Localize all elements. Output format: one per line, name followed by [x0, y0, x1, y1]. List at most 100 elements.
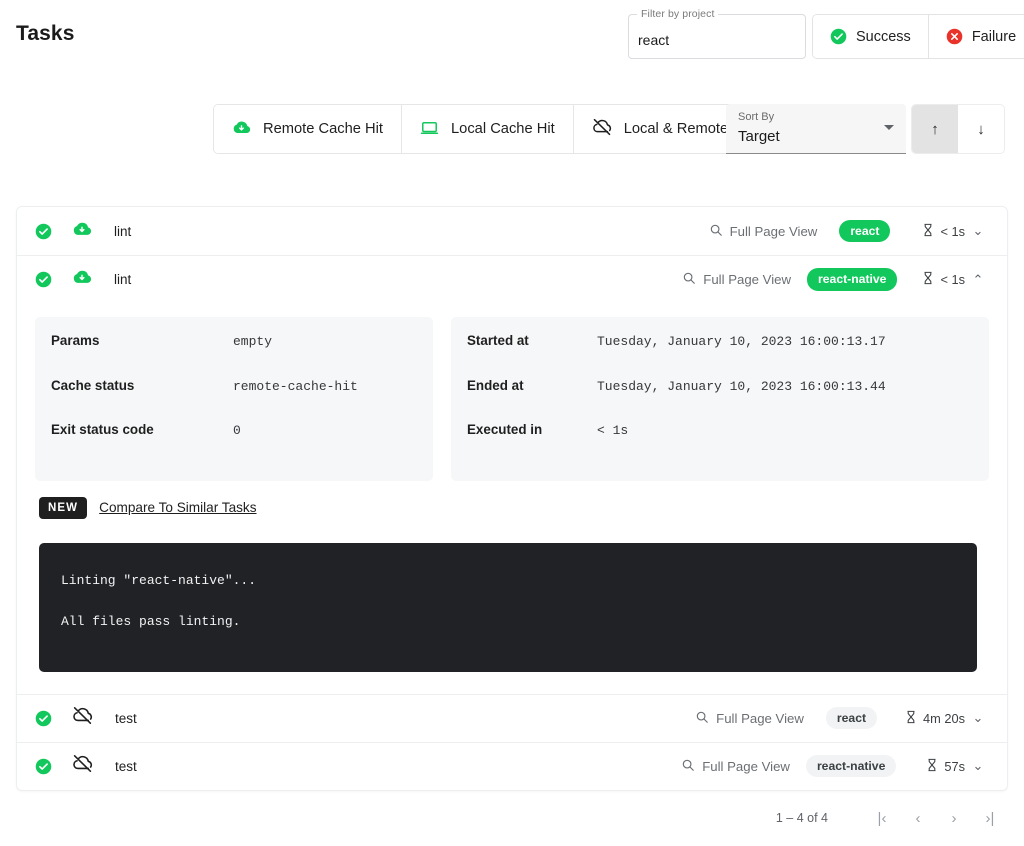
status-filter-group: Success Failure: [812, 14, 1024, 59]
duration-label: < 1s: [940, 224, 965, 239]
detail-row: Ended at Tuesday, January 10, 2023 16:00…: [467, 378, 973, 423]
task-name: test: [115, 711, 137, 726]
status-filter-success-label: Success: [856, 29, 911, 45]
prev-page-button[interactable]: ‹: [900, 800, 936, 836]
expand-row-chevron[interactable]: ⌄: [965, 223, 991, 239]
x-circle-icon: [946, 28, 963, 45]
full-page-view-label: Full Page View: [702, 759, 790, 774]
project-filter-field[interactable]: Filter by project react: [628, 14, 806, 59]
expand-row-chevron[interactable]: ⌄: [965, 710, 991, 726]
detail-label: Cache status: [51, 378, 233, 393]
status-success-icon: [35, 271, 52, 288]
detail-label: Exit status code: [51, 422, 233, 437]
sort-by-select[interactable]: Sort By Target: [726, 104, 906, 154]
full-page-view-link[interactable]: Full Page View: [681, 758, 790, 775]
terminal-line: All files pass linting.: [61, 614, 977, 630]
target-badge: react: [826, 707, 877, 729]
table-row[interactable]: test Full Page View react-native 57s ⌄: [17, 742, 1007, 790]
cloud-off-icon: [72, 705, 93, 731]
cache-filter-local-hit[interactable]: Local Cache Hit: [401, 105, 573, 153]
detail-label: Executed in: [467, 422, 597, 437]
compare-section: NEW Compare To Similar Tasks: [39, 497, 989, 519]
detail-label: Started at: [467, 333, 597, 348]
detail-value: empty: [233, 334, 272, 349]
hourglass-icon: [922, 271, 934, 288]
first-page-button[interactable]: |‹: [864, 800, 900, 836]
status-success-icon: [35, 223, 52, 240]
detail-label: Params: [51, 333, 233, 348]
expand-row-chevron[interactable]: ⌄: [965, 758, 991, 774]
search-icon: [682, 271, 696, 288]
detail-row: Cache status remote-cache-hit: [51, 378, 417, 423]
task-list-card: lint Full Page View react < 1s ⌄: [16, 206, 1008, 791]
duration-label: 4m 20s: [923, 711, 965, 726]
last-page-button[interactable]: ›|: [972, 800, 1008, 836]
duration: < 1s: [922, 223, 965, 240]
cloud-download-icon: [72, 219, 92, 244]
duration: < 1s: [922, 271, 965, 288]
task-detail-panel: Params empty Cache status remote-cache-h…: [17, 303, 1007, 694]
chevron-down-icon: [884, 125, 894, 130]
collapse-row-chevron[interactable]: ⌃: [965, 272, 991, 288]
status-success-icon: [35, 710, 52, 727]
search-icon: [695, 710, 709, 727]
table-row[interactable]: lint Full Page View react < 1s ⌄: [17, 207, 1007, 255]
target-badge: react-native: [807, 268, 897, 290]
full-page-view-link[interactable]: Full Page View: [709, 223, 818, 240]
task-output-terminal: Linting "react-native"... All files pass…: [39, 543, 977, 672]
cloud-off-icon: [592, 117, 612, 141]
pagination-count: 1 – 4 of 4: [776, 811, 828, 825]
cache-filter-local-hit-label: Local Cache Hit: [451, 121, 555, 137]
sort-by-label: Sort By: [738, 111, 774, 123]
task-name: lint: [114, 272, 131, 287]
target-badge: react-native: [806, 755, 896, 777]
search-icon: [681, 758, 695, 775]
table-row[interactable]: lint Full Page View react-native < 1s ⌃: [17, 255, 1007, 303]
page-header: Tasks Filter by project react Success Fa…: [0, 0, 1024, 72]
detail-value: < 1s: [597, 423, 628, 438]
full-page-view-link[interactable]: Full Page View: [695, 710, 804, 727]
pagination: 1 – 4 of 4 |‹ ‹ › ›|: [776, 800, 1008, 836]
search-icon: [709, 223, 723, 240]
duration: 4m 20s: [905, 710, 965, 727]
hourglass-icon: [926, 758, 938, 775]
detail-value: remote-cache-hit: [233, 379, 358, 394]
status-filter-failure-label: Failure: [972, 29, 1016, 45]
hourglass-icon: [922, 223, 934, 240]
next-page-button[interactable]: ›: [936, 800, 972, 836]
full-page-view-label: Full Page View: [730, 224, 818, 239]
duration-label: < 1s: [940, 272, 965, 287]
laptop-icon: [420, 118, 439, 141]
task-timing-panel: Started at Tuesday, January 10, 2023 16:…: [451, 317, 989, 481]
full-page-view-link[interactable]: Full Page View: [682, 271, 791, 288]
project-filter-label: Filter by project: [637, 8, 718, 20]
sort-ascending-button[interactable]: ↑: [912, 105, 958, 153]
table-row[interactable]: test Full Page View react 4m 20s ⌄: [17, 694, 1007, 742]
compare-to-similar-tasks-link[interactable]: Compare To Similar Tasks: [99, 500, 256, 515]
task-name: lint: [114, 224, 131, 239]
full-page-view-label: Full Page View: [716, 711, 804, 726]
project-filter-input[interactable]: react: [638, 32, 669, 48]
target-badge: react: [839, 220, 890, 242]
full-page-view-label: Full Page View: [703, 272, 791, 287]
detail-row: Executed in < 1s: [467, 422, 973, 467]
detail-row: Exit status code 0: [51, 422, 417, 467]
detail-value: 0: [233, 423, 241, 438]
detail-row: Params empty: [51, 333, 417, 378]
cloud-download-icon: [72, 267, 92, 292]
hourglass-icon: [905, 710, 917, 727]
status-filter-failure[interactable]: Failure: [928, 15, 1024, 58]
task-params-panel: Params empty Cache status remote-cache-h…: [35, 317, 433, 481]
check-circle-icon: [830, 28, 847, 45]
sort-descending-button[interactable]: ↓: [958, 105, 1004, 153]
cache-filter-remote-hit-label: Remote Cache Hit: [263, 121, 383, 137]
new-badge: NEW: [39, 497, 87, 519]
filters-toolbar: Remote Cache Hit Local Cache Hit Local &…: [0, 104, 1024, 156]
status-filter-success[interactable]: Success: [813, 15, 928, 58]
detail-value: Tuesday, January 10, 2023 16:00:13.44: [597, 379, 886, 394]
task-name: test: [115, 759, 137, 774]
sort-by-value: Target: [738, 128, 780, 145]
cache-filter-remote-hit[interactable]: Remote Cache Hit: [214, 105, 401, 153]
status-success-icon: [35, 758, 52, 775]
sort-direction-group: ↑ ↓: [911, 104, 1005, 154]
